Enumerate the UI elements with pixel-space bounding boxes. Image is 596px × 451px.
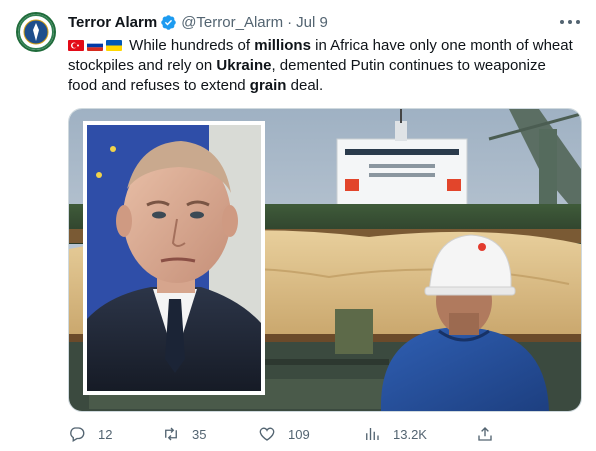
tweet-text-bold: grain xyxy=(249,77,287,94)
tweet-image[interactable] xyxy=(68,108,582,412)
russia-flag-icon xyxy=(87,40,103,51)
retweet-button[interactable]: 35 xyxy=(162,424,206,444)
author-handle[interactable]: @Terror_Alarm xyxy=(181,14,283,31)
turkey-flag-icon xyxy=(68,40,84,51)
tweet[interactable]: Terror Alarm @Terror_Alarm · Jul 9 While… xyxy=(0,0,596,451)
retweet-count: 35 xyxy=(192,426,207,442)
retweet-icon xyxy=(165,427,177,441)
share-icon xyxy=(478,427,492,441)
tweet-text: While hundreds of millions in Africa hav… xyxy=(68,36,574,96)
tweet-actions: 12 35 109 13.2K xyxy=(68,424,498,444)
reply-button[interactable]: 12 xyxy=(68,424,112,444)
terror-alarm-logo xyxy=(18,14,54,50)
avatar[interactable] xyxy=(16,12,56,52)
tweet-text-bold: millions xyxy=(254,37,311,54)
tweet-text-part: deal. xyxy=(286,77,324,94)
verified-badge-icon xyxy=(160,14,177,31)
views-count: 13.2K xyxy=(393,426,427,442)
tweet-text-part: While hundreds of xyxy=(125,37,255,54)
reply-icon xyxy=(70,427,85,442)
ukraine-flag-icon xyxy=(106,40,122,51)
separator: · xyxy=(287,13,293,31)
reply-count: 12 xyxy=(98,426,113,442)
views-button[interactable]: 13.2K xyxy=(363,424,427,444)
like-count: 109 xyxy=(288,426,310,442)
author-name[interactable]: Terror Alarm xyxy=(68,14,157,31)
views-chart-icon xyxy=(366,428,379,440)
tweet-text-bold: Ukraine xyxy=(216,57,272,74)
like-button[interactable]: 109 xyxy=(258,424,310,444)
tweet-photo xyxy=(69,109,581,411)
tweet-header: Terror Alarm @Terror_Alarm · Jul 9 xyxy=(68,12,328,32)
tweet-date[interactable]: Jul 9 xyxy=(296,14,328,31)
more-options-icon[interactable] xyxy=(560,14,580,30)
share-button[interactable] xyxy=(476,424,494,444)
heart-icon xyxy=(259,427,275,441)
